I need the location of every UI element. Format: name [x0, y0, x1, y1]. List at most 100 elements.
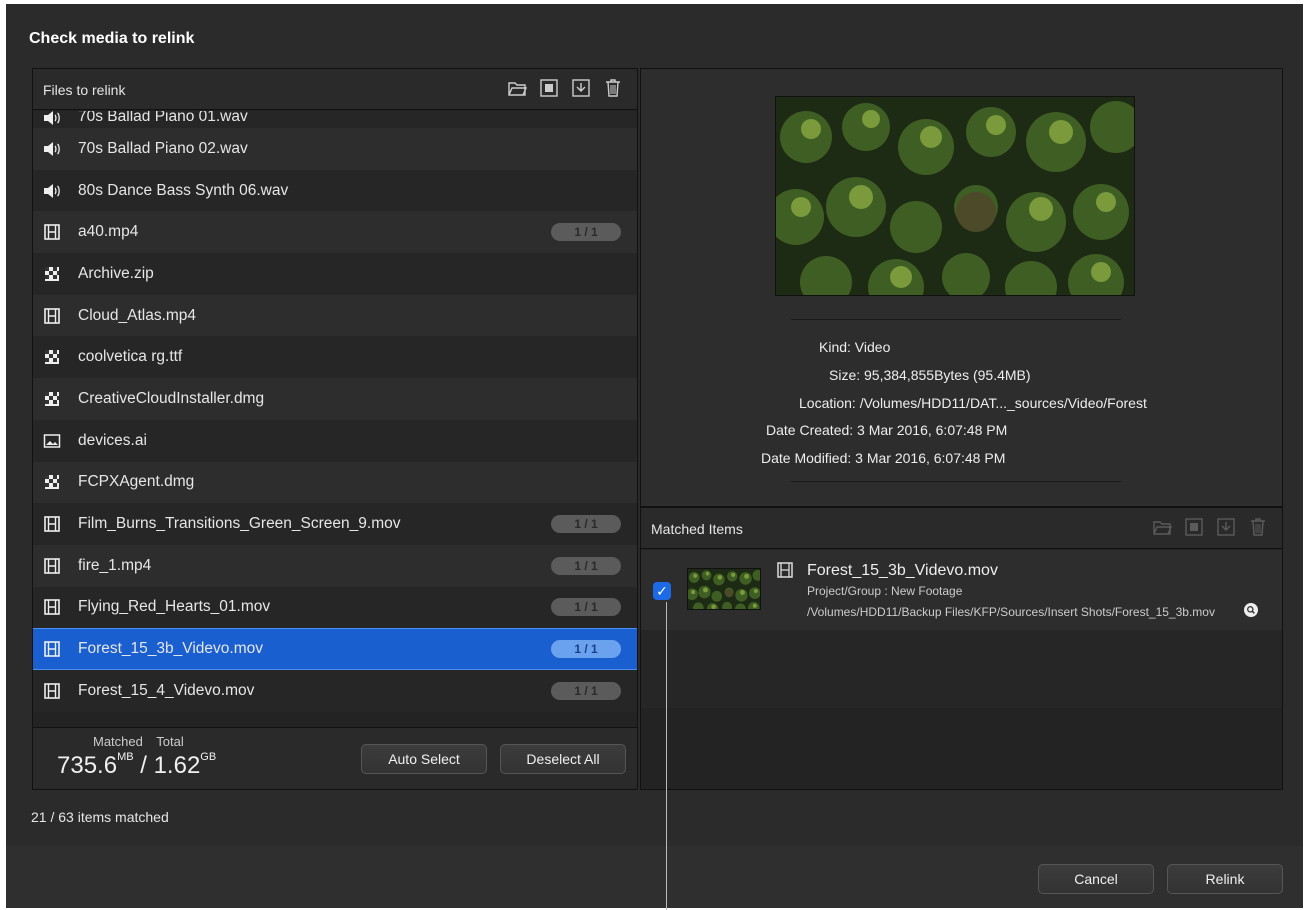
files-panel-title: Files to relink: [43, 82, 126, 98]
file-row[interactable]: Cloud_Atlas.mp4: [33, 294, 637, 337]
matched-label: Matched: [93, 734, 143, 749]
preview-thumbnail: [775, 96, 1135, 296]
folder-icon[interactable]: [507, 78, 527, 98]
file-row[interactable]: a40.mp4 1 / 1: [33, 211, 637, 254]
film-icon: [777, 562, 793, 578]
file-name: FCPXAgent.dmg: [78, 473, 195, 491]
info-size: Size: 95,384,855Bytes (95.4MB): [829, 367, 1031, 383]
empty-row: [641, 630, 1282, 708]
preview-panel: Kind: Video Size: 95,384,855Bytes (95.4M…: [640, 68, 1283, 507]
total-size: 1.62: [153, 752, 201, 779]
file-row[interactable]: coolvetica rg.ttf: [33, 336, 637, 379]
export-icon[interactable]: [1216, 517, 1236, 537]
match-count-badge: 1 / 1: [551, 515, 621, 534]
trash-icon[interactable]: [603, 78, 623, 98]
file-list[interactable]: 70s Ballad Piano 01.wav 70s Ballad Piano …: [33, 111, 637, 725]
divider: [791, 481, 1121, 482]
deselect-all-button[interactable]: Deselect All: [500, 744, 626, 774]
matched-item-row[interactable]: ✓ Forest_15_3b_Videvo.mov Project/Group …: [641, 550, 1282, 630]
export-icon[interactable]: [571, 78, 591, 98]
total-label: Total: [156, 734, 184, 749]
size-summary: 735.6MB / 1.62GB: [57, 751, 217, 780]
annotation-line: [666, 602, 667, 910]
dialog-title: Check media to relink: [29, 30, 195, 47]
file-name: Flying_Red_Hearts_01.mov: [78, 598, 271, 616]
total-unit: GB: [200, 751, 217, 763]
file-row[interactable]: fire_1.mp4 1 / 1: [33, 544, 637, 587]
file-name: 80s Dance Bass Synth 06.wav: [78, 181, 289, 199]
matched-unit: MB: [117, 751, 134, 763]
matched-panel-title: Matched Items: [651, 521, 743, 537]
dialog-footer: Cancel Relink: [6, 846, 1303, 908]
matched-panel-header: Matched Items: [641, 508, 1282, 549]
info-location: Location: /Volumes/HDD11/DAT..._sources/…: [799, 395, 1147, 411]
archive-icon: [43, 266, 78, 282]
status-text: 21 / 63 items matched: [31, 809, 169, 825]
match-count-badge: 1 / 1: [551, 556, 621, 575]
film-icon: [43, 557, 78, 574]
audio-icon: [43, 141, 78, 157]
file-name: coolvetica rg.ttf: [78, 348, 183, 366]
file-name: 70s Ballad Piano 01.wav: [78, 111, 248, 125]
matched-items-panel: Matched Items ✓ Forest_15_3b_Videvo.mov …: [640, 507, 1283, 790]
file-name: a40.mp4: [78, 223, 139, 241]
files-panel-footer: Matched Total 735.6MB / 1.62GB Auto Sele…: [33, 727, 637, 789]
file-row[interactable]: 70s Ballad Piano 01.wav: [33, 111, 637, 128]
size-separator: /: [133, 752, 154, 779]
film-icon: [43, 682, 78, 699]
image-icon: [43, 433, 78, 449]
match-count-badge: 1 / 1: [551, 223, 621, 242]
file-row[interactable]: 80s Dance Bass Synth 06.wav: [33, 169, 637, 212]
audio-icon: [43, 111, 78, 126]
files-to-relink-panel: Files to relink 70s Ballad Piano 01.wav 7…: [32, 68, 638, 790]
divider: [791, 319, 1121, 320]
matched-item-thumbnail: [687, 568, 761, 610]
file-name: 70s Ballad Piano 02.wav: [78, 139, 248, 157]
file-row[interactable]: 70s Ballad Piano 02.wav: [33, 128, 637, 170]
file-name: fire_1.mp4: [78, 556, 152, 574]
file-row[interactable]: FCPXAgent.dmg: [33, 461, 637, 504]
files-panel-header: Files to relink: [33, 69, 637, 110]
matched-item-name: Forest_15_3b_Videvo.mov: [807, 562, 998, 579]
archive-icon: [43, 391, 78, 407]
file-row[interactable]: Forest_15_4_Videvo.mov 1 / 1: [33, 669, 637, 712]
matched-item-checkbox[interactable]: ✓: [653, 582, 671, 600]
audio-icon: [43, 183, 78, 199]
folder-icon[interactable]: [1152, 517, 1172, 537]
file-row[interactable]: CreativeCloudInstaller.dmg: [33, 378, 637, 420]
file-name: Film_Burns_Transitions_Green_Screen_9.mo…: [78, 515, 401, 533]
file-row[interactable]: devices.ai: [33, 419, 637, 462]
matched-item-path: /Volumes/HDD11/Backup Files/KFP/Sources/…: [807, 605, 1215, 619]
info-date-modified: Date Modified: 3 Mar 2016, 6:07:48 PM: [761, 450, 1006, 466]
file-row[interactable]: Flying_Red_Hearts_01.mov 1 / 1: [33, 586, 637, 629]
frame-icon[interactable]: [1184, 517, 1204, 537]
match-count-badge: 1 / 1: [551, 640, 621, 659]
relink-dialog: Check media to relink Files to relink 70…: [6, 4, 1303, 910]
match-count-badge: 1 / 1: [551, 598, 621, 617]
film-icon: [43, 224, 78, 241]
matched-size: 735.6: [57, 752, 118, 779]
file-name: devices.ai: [78, 431, 147, 449]
match-count-badge: 1 / 1: [551, 681, 621, 700]
cancel-button[interactable]: Cancel: [1038, 864, 1154, 894]
info-date-created: Date Created: 3 Mar 2016, 6:07:48 PM: [766, 422, 1008, 438]
archive-icon: [43, 474, 78, 490]
trash-icon[interactable]: [1248, 517, 1268, 537]
film-icon: [43, 641, 78, 657]
film-icon: [43, 599, 78, 616]
archive-icon: [43, 349, 78, 365]
auto-select-button[interactable]: Auto Select: [361, 744, 487, 774]
file-row[interactable]: Forest_15_3b_Videvo.mov 1 / 1: [33, 628, 637, 670]
file-row[interactable]: Archive.zip: [33, 253, 637, 295]
info-kind: Kind: Video: [819, 339, 891, 355]
reveal-in-finder-icon[interactable]: [1244, 603, 1258, 617]
matched-item-project: Project/Group : New Footage: [807, 584, 963, 598]
file-name: Cloud_Atlas.mp4: [78, 306, 197, 324]
file-name: Forest_15_3b_Videvo.mov: [78, 640, 263, 658]
film-icon: [43, 516, 78, 532]
frame-icon[interactable]: [539, 78, 559, 98]
file-row[interactable]: Film_Burns_Transitions_Green_Screen_9.mo…: [33, 503, 637, 545]
relink-button[interactable]: Relink: [1167, 864, 1283, 894]
file-name: CreativeCloudInstaller.dmg: [78, 389, 265, 407]
film-icon: [43, 307, 78, 324]
